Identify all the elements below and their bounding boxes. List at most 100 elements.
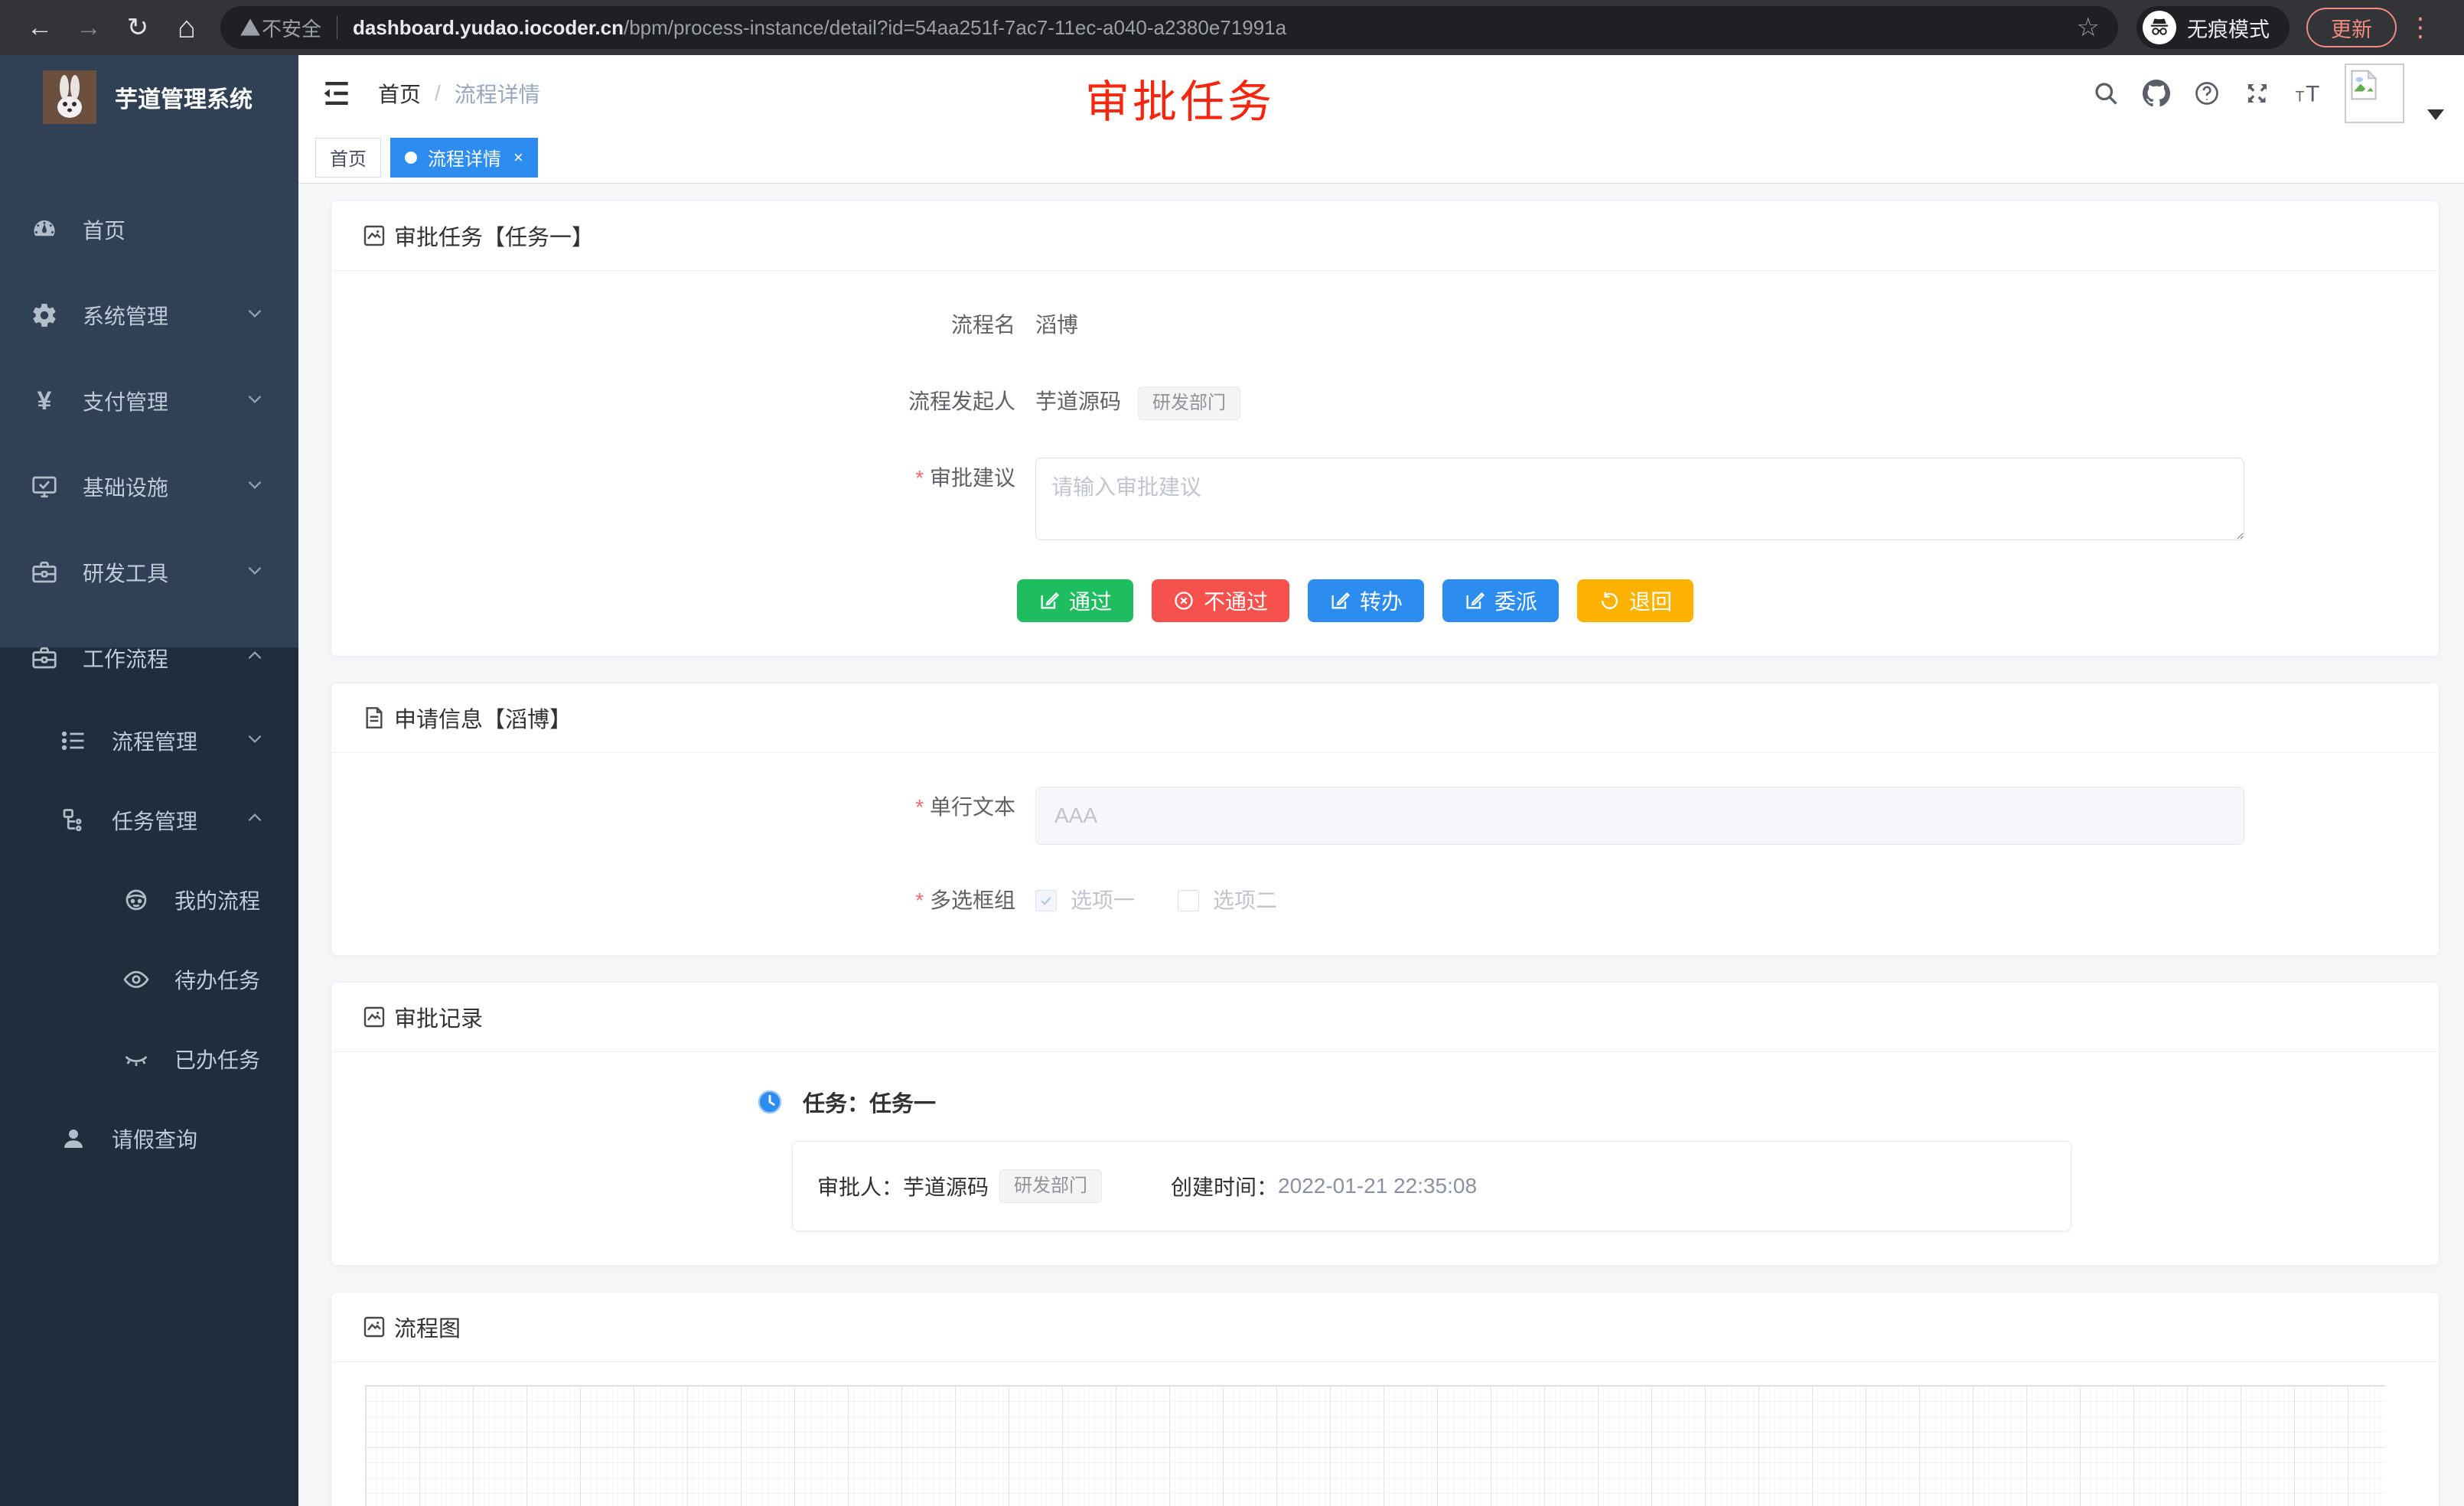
tab-process-detail[interactable]: 流程详情 × xyxy=(390,138,538,178)
address-bar[interactable]: 不安全 dashboard.yudao.iocoder.cn/bpm/proce… xyxy=(220,6,2118,49)
forward-icon[interactable]: → xyxy=(64,6,113,49)
sidebar-item-process-mgmt[interactable]: 流程管理 xyxy=(0,701,298,781)
monitor-icon xyxy=(31,473,58,500)
checkbox-checked-icon xyxy=(1035,890,1057,911)
screen: ← → ↻ ⌂ 不安全 dashboard.yudao.iocoder.cn/b… xyxy=(0,0,2464,1506)
bookmark-star-icon[interactable]: ☆ xyxy=(2077,12,2100,43)
bpmn-grid-canvas[interactable] xyxy=(365,1385,2385,1506)
sidebar-item-system[interactable]: 系统管理 xyxy=(0,272,298,358)
sidebar-item-leave-query[interactable]: 请假查询 xyxy=(0,1099,298,1178)
transfer-button[interactable]: 转办 xyxy=(1308,579,1424,622)
initiator-value: 芋道源码研发部门 xyxy=(1035,381,1240,422)
process-name-value: 滔博 xyxy=(1035,305,1078,346)
return-button[interactable]: 退回 xyxy=(1577,579,1693,622)
sidebar-item-label: 流程管理 xyxy=(112,725,197,756)
single-line-input xyxy=(1035,787,2244,845)
browser-menu-icon[interactable]: ⋮ xyxy=(2407,12,2430,43)
picture-icon xyxy=(362,1005,386,1029)
tab-label: 流程详情 xyxy=(428,144,501,171)
eye-icon xyxy=(122,966,150,993)
picture-icon xyxy=(362,223,386,248)
svg-text:T: T xyxy=(2296,89,2305,106)
delegate-button[interactable]: 委派 xyxy=(1442,579,1559,622)
home-icon[interactable]: ⌂ xyxy=(162,6,211,49)
sidebar-item-payment[interactable]: ¥ 支付管理 xyxy=(0,358,298,444)
browser-toolbar: ← → ↻ ⌂ 不安全 dashboard.yudao.iocoder.cn/b… xyxy=(0,0,2464,55)
approval-task-card: 审批任务【任务一】 流程名 滔博 流程发起人 芋道源码研发部门 审批建议 xyxy=(331,200,2440,657)
user-icon xyxy=(60,1125,87,1152)
breadcrumb-home[interactable]: 首页 xyxy=(378,78,421,109)
approver-value: 芋道源码 xyxy=(903,1171,989,1201)
browser-update-button[interactable]: 更新 xyxy=(2306,8,2397,47)
card-title: 审批记录 xyxy=(394,1001,483,1033)
undo-icon xyxy=(1599,590,1620,611)
back-icon[interactable]: ← xyxy=(15,6,64,49)
diagram-body xyxy=(331,1362,2439,1506)
sidebar-menu: 首页 系统管理 ¥ 支付管理 基础设施 xyxy=(0,139,298,1178)
checkbox-option-2: 选项二 xyxy=(1178,880,1277,921)
record-detail-card: 审批人： 芋道源码 研发部门 创建时间： 2022-01-21 22:35:08 xyxy=(792,1141,2071,1231)
approval-record-card: 审批记录 任务：任务一 审批人： 芋道源码 研发部门 xyxy=(331,982,2440,1266)
sidebar-collapse-icon[interactable] xyxy=(320,77,354,110)
sidebar: 芋道管理系统 首页 系统管理 ¥ 支付管理 xyxy=(0,55,298,1506)
sidebar-item-label: 系统管理 xyxy=(83,300,168,331)
breadcrumb-current: 流程详情 xyxy=(455,78,540,109)
reload-icon[interactable]: ↻ xyxy=(113,6,162,49)
gear-icon xyxy=(31,302,58,329)
search-icon[interactable] xyxy=(2092,80,2120,107)
card-header: 流程图 xyxy=(331,1292,2439,1362)
chevron-down-icon xyxy=(245,303,265,328)
sidebar-item-my-process[interactable]: 我的流程 xyxy=(0,860,298,940)
security-label[interactable]: 不安全 xyxy=(262,14,321,42)
approve-button[interactable]: 通过 xyxy=(1017,579,1133,622)
action-buttons: 通过 不通过 转办 委 xyxy=(362,579,2408,622)
card-title: 流程图 xyxy=(394,1311,461,1343)
process-name-row: 流程名 滔博 xyxy=(362,305,2408,346)
help-icon[interactable] xyxy=(2193,80,2221,107)
chevron-down-icon xyxy=(245,729,265,754)
close-icon[interactable]: × xyxy=(513,148,523,168)
checkbox-group: 选项一 选项二 xyxy=(1035,880,2408,921)
robot-icon xyxy=(122,886,150,914)
sidebar-item-task-mgmt[interactable]: 任务管理 xyxy=(0,781,298,860)
sidebar-item-done-tasks[interactable]: 已办任务 xyxy=(0,1019,298,1099)
url-text[interactable]: dashboard.yudao.iocoder.cn/bpm/process-i… xyxy=(353,16,1286,40)
yen-icon: ¥ xyxy=(31,387,58,415)
toolbox-icon xyxy=(31,644,58,672)
chevron-up-icon xyxy=(245,646,265,671)
process-diagram-card: 流程图 xyxy=(331,1292,2440,1506)
app-title: 芋道管理系统 xyxy=(115,80,253,114)
sidebar-item-workflow[interactable]: 工作流程 xyxy=(0,615,298,701)
checkbox-option-1: 选项一 xyxy=(1035,880,1135,921)
suggestion-row: 审批建议 xyxy=(362,458,2408,544)
avatar[interactable] xyxy=(2345,64,2404,123)
list-icon xyxy=(60,727,87,755)
sidebar-item-home[interactable]: 首页 xyxy=(0,187,298,272)
app-logo-row[interactable]: 芋道管理系统 xyxy=(0,55,298,139)
sidebar-item-label: 支付管理 xyxy=(83,386,168,416)
text-field-row: 单行文本 xyxy=(362,787,2408,845)
reject-button[interactable]: 不通过 xyxy=(1152,579,1289,622)
not-secure-warning-icon xyxy=(239,17,262,38)
tab-label: 首页 xyxy=(330,144,367,171)
github-icon[interactable] xyxy=(2143,80,2170,107)
top-header: 首页 / 流程详情 TT xyxy=(298,55,2464,132)
fullscreen-icon[interactable] xyxy=(2244,80,2271,107)
tab-home[interactable]: 首页 xyxy=(315,138,381,178)
sidebar-item-todo-tasks[interactable]: 待办任务 xyxy=(0,940,298,1019)
sidebar-item-devtools[interactable]: 研发工具 xyxy=(0,530,298,615)
avatar-caret-icon[interactable] xyxy=(2427,109,2444,120)
approval-timeline: 任务：任务一 审批人： 芋道源码 研发部门 创建时间： 2022-01-21 2… xyxy=(362,1086,2408,1231)
clock-icon xyxy=(757,1089,783,1115)
tree-icon xyxy=(60,807,87,834)
edit-icon xyxy=(1329,590,1351,611)
sidebar-item-label: 首页 xyxy=(83,214,125,245)
sidebar-item-label: 工作流程 xyxy=(83,643,168,673)
sidebar-item-label: 请假查询 xyxy=(112,1123,197,1154)
sidebar-item-infra[interactable]: 基础设施 xyxy=(0,444,298,530)
suggestion-textarea[interactable] xyxy=(1035,458,2244,540)
page-content: 审批任务【任务一】 流程名 滔博 流程发起人 芋道源码研发部门 审批建议 xyxy=(298,184,2464,1506)
chevron-down-icon xyxy=(245,560,265,585)
font-size-icon[interactable]: TT xyxy=(2294,80,2322,107)
chevron-down-icon xyxy=(245,474,265,500)
